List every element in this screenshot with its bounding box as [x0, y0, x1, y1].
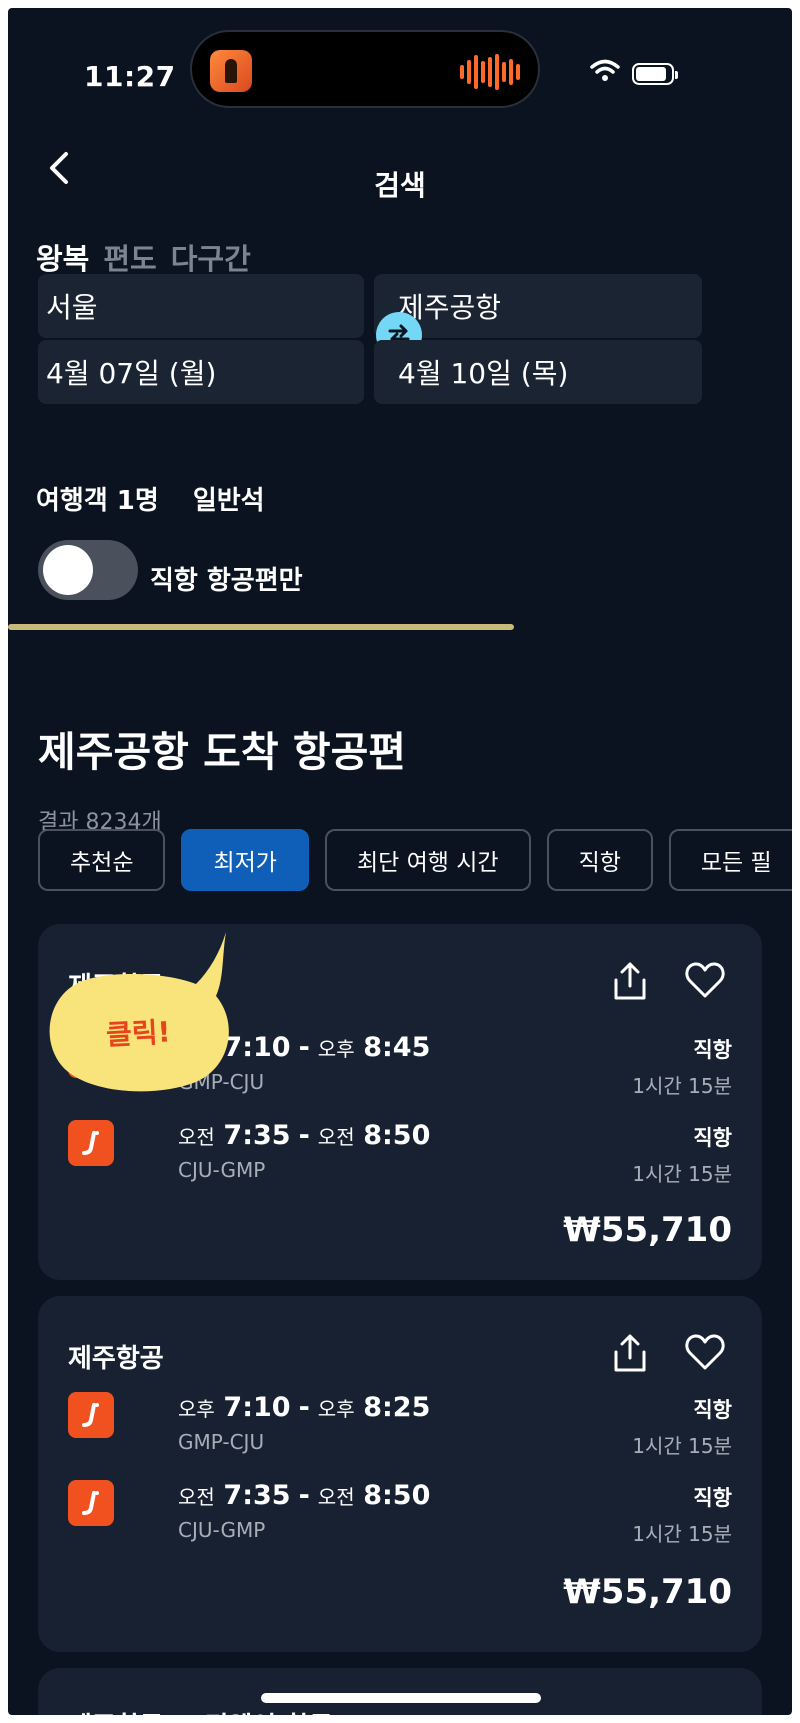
origin-field[interactable]: 서울: [38, 274, 364, 338]
leg-route: GMP-CJU: [178, 1430, 265, 1454]
wifi-icon: [590, 59, 620, 81]
airline-name: 제주항공 & 티웨이 항공: [68, 1706, 333, 1715]
leg-duration: 1시간 15분: [632, 1434, 732, 1458]
toggle-knob: [43, 545, 93, 595]
sort-chips: 추천순 최저가 최단 여행 시간 직항 모든 필: [38, 829, 792, 891]
flight-card[interactable]: 제주항공 & 티웨이 항공: [38, 1668, 762, 1715]
phone-screen: 11:27 검색 왕복 편도 다구간 서울 제주공항 4월 07일 (월) 4월…: [8, 8, 792, 1715]
arrival-ampm: 오후: [317, 1397, 355, 1421]
departure-time: 7:10: [223, 1392, 291, 1423]
leg-times: 오전 7:35- 오전 8:50: [178, 1480, 431, 1511]
arrival-time: 8:45: [363, 1032, 431, 1063]
status-time: 11:27: [84, 60, 176, 93]
cabin-selector[interactable]: 일반석: [193, 480, 265, 517]
departure-ampm: 오후: [178, 1397, 215, 1421]
now-playing-app-icon: [210, 50, 252, 92]
tab-one-way[interactable]: 편도: [103, 236, 156, 278]
heart-icon[interactable]: [684, 1332, 726, 1372]
airline-logo-icon: [68, 1392, 114, 1438]
arrival-ampm: 오후: [317, 1037, 355, 1061]
flight-card[interactable]: 제주항공 오후 7:10-오후 8:25 GMP-CJU 직항 1시간 15분: [38, 1296, 762, 1652]
airline-logo-icon: [68, 1120, 114, 1166]
leg-stop-type: 직항: [693, 1398, 732, 1422]
chip-all-filters[interactable]: 모든 필: [668, 829, 792, 891]
results-title: 제주공항 도착 항공편: [38, 728, 407, 776]
arrival-time: 8:50: [363, 1480, 431, 1511]
chip-fastest[interactable]: 최단 여행 시간: [324, 829, 531, 891]
share-icon[interactable]: [610, 960, 650, 1002]
chip-direct[interactable]: 직항: [546, 829, 653, 891]
leg-route: CJU-GMP: [178, 1158, 266, 1182]
leg-route: CJU-GMP: [178, 1518, 266, 1542]
page-title: 검색: [374, 169, 426, 202]
airline-name: 제주항공: [68, 1344, 164, 1374]
direct-only-label: 직항 항공편만: [150, 566, 303, 596]
arrival-ampm: 오전: [317, 1125, 355, 1149]
leg-duration: 1시간 15분: [632, 1074, 732, 1098]
tab-multi-city[interactable]: 다구간: [171, 236, 251, 278]
departure-ampm: 오전: [178, 1485, 215, 1509]
airline-logo-icon: [68, 1480, 114, 1526]
annotation-text: 클릭!: [105, 1015, 172, 1052]
price: ₩55,710: [563, 1210, 732, 1250]
share-icon[interactable]: [610, 1332, 650, 1374]
heart-icon[interactable]: [684, 960, 726, 1000]
arrival-ampm: 오전: [317, 1485, 355, 1509]
leg-stop-type: 직항: [693, 1486, 732, 1510]
depart-date-field[interactable]: 4월 07일 (월): [38, 340, 364, 404]
departure-time: 7:35: [223, 1480, 291, 1511]
chip-cheapest[interactable]: 최저가: [181, 829, 309, 891]
direct-only-toggle[interactable]: [38, 540, 138, 600]
battery-icon: [632, 63, 678, 85]
flight-leg: 오전 7:35- 오전 8:50 CJU-GMP 직항 1시간 15분: [68, 1480, 732, 1546]
price: ₩55,710: [563, 1572, 732, 1612]
destination-field[interactable]: 제주공항: [374, 274, 702, 338]
leg-duration: 1시간 15분: [632, 1162, 732, 1186]
tab-round-trip[interactable]: 왕복: [36, 236, 89, 278]
leg-stop-type: 직항: [693, 1126, 732, 1150]
leg-times: 오후 7:10- 오후 8:25: [178, 1392, 431, 1423]
leg-duration: 1시간 15분: [632, 1522, 732, 1546]
section-divider: [8, 624, 514, 630]
departure-time: 7:35: [223, 1120, 291, 1151]
trip-type-tabs: 왕복 편도 다구간: [36, 236, 251, 278]
travelers-selector[interactable]: 여행객 1명: [36, 480, 159, 517]
flight-leg: 오후 7:10- 오후 8:25 GMP-CJU 직항 1시간 15분: [68, 1392, 732, 1458]
departure-ampm: 오전: [178, 1125, 215, 1149]
arrival-time: 8:50: [363, 1120, 431, 1151]
arrival-time: 8:25: [363, 1392, 431, 1423]
dynamic-island[interactable]: [190, 30, 540, 108]
return-date-field[interactable]: 4월 10일 (목): [374, 340, 702, 404]
home-indicator[interactable]: [261, 1693, 541, 1703]
leg-stop-type: 직항: [693, 1038, 732, 1062]
leg-times: 오전 7:35- 오전 8:50: [178, 1120, 431, 1151]
chip-recommended[interactable]: 추천순: [38, 829, 166, 891]
audio-waveform-icon: [460, 54, 520, 90]
flight-leg: 오전 7:35- 오전 8:50 CJU-GMP 직항 1시간 15분: [68, 1120, 732, 1186]
travelers-cabin-row: 여행객 1명 일반석: [36, 480, 265, 517]
